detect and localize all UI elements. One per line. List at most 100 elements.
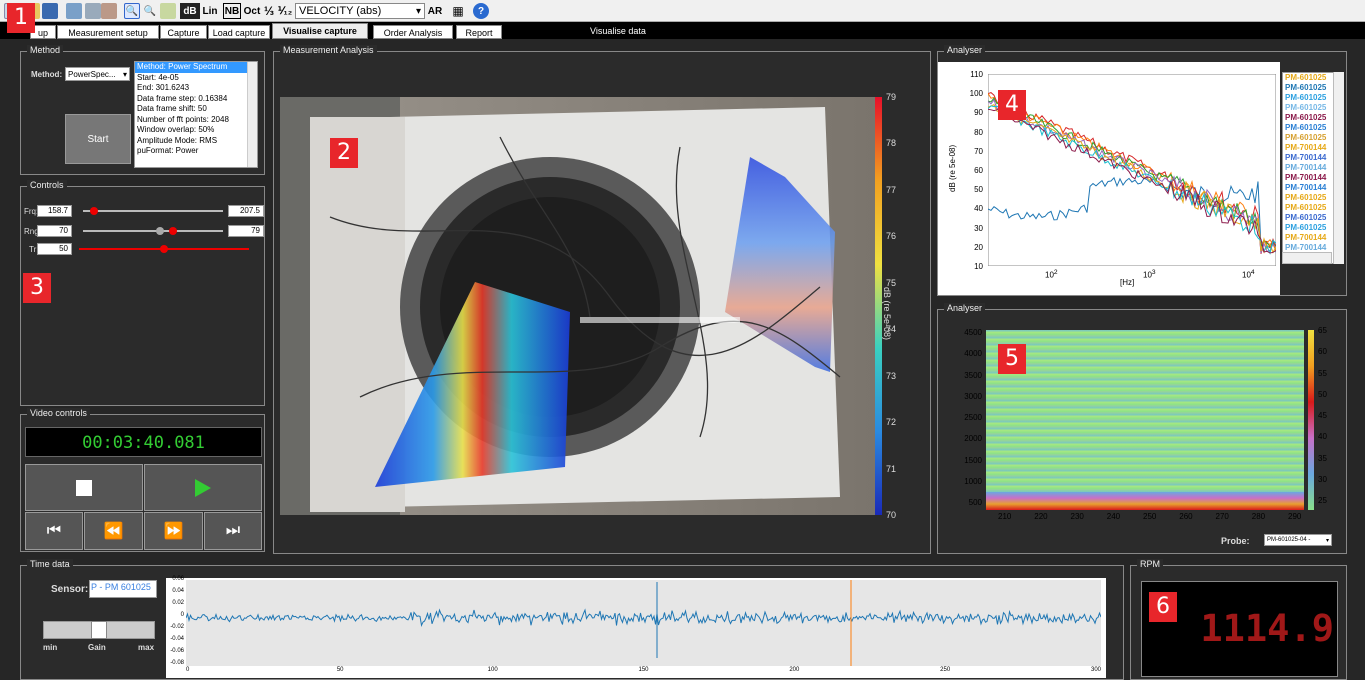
rewind-button[interactable]: ⏪ [84, 512, 143, 550]
measurement-analysis-panel: Measurement Analysis 2 79 78 77 76 75 74 73 72 7… [273, 45, 931, 554]
frq-handle[interactable] [89, 207, 98, 215]
method-info-items: Method: Power Spectrum Start: 4e-05 End: 3… [135, 62, 257, 157]
nb-button[interactable]: NB [223, 3, 241, 19]
toolbar: 🔍 🔍 dB Lin NB Oct ⅓ ⅟₁₂ VELOCITY (abs) ▾ … [0, 0, 1365, 22]
time-signal-plot[interactable] [186, 580, 1101, 666]
annotation-badge-1: 1 [7, 3, 35, 33]
zoom-icon[interactable]: 🔍 [124, 3, 140, 19]
spectrogram-xtick: 220 [1034, 512, 1048, 521]
tab-measurement-setup[interactable]: Measurement setup [57, 25, 159, 39]
tr-slider[interactable] [79, 245, 249, 253]
method-info-item: Data frame step: 0.16384 [137, 93, 228, 103]
method-info-item: Method: Power Spectrum [135, 62, 257, 73]
legend-hscrollbar[interactable] [1282, 252, 1332, 264]
help-icon[interactable]: ? [473, 3, 489, 19]
frq-slider[interactable] [83, 207, 223, 215]
tab-capture[interactable]: Capture [160, 25, 207, 39]
scrollbar[interactable] [247, 62, 257, 167]
skip-end-button[interactable]: ⏭ [204, 512, 262, 550]
spectrogram-colorbar-tick: 60 [1318, 347, 1327, 357]
twelfth-octave-button[interactable]: ⅟₁₂ [278, 3, 292, 19]
rng-max-input[interactable]: 79 [228, 225, 264, 237]
ar-button[interactable]: AR [428, 3, 442, 19]
copy-icon[interactable] [85, 3, 101, 19]
tr-input[interactable]: 50 [37, 243, 72, 255]
spectrum-ylabel: dB (re 5e-08) [948, 144, 957, 192]
gain-slider[interactable] [43, 621, 155, 639]
tr-handle[interactable] [160, 245, 168, 253]
spectrum-ytick: 50 [974, 185, 983, 195]
stop-button[interactable] [25, 464, 143, 511]
third-octave-button[interactable]: ⅓ [262, 3, 276, 19]
method-info-item: Window overlap: 50% [137, 125, 215, 134]
chevron-down-icon: ▾ [415, 5, 421, 17]
time-x-ticks: 0 50 100 150 200 250 300 [186, 667, 1106, 677]
spectrum-ytick: 10 [974, 262, 983, 271]
spectrogram-xtick: 270 [1215, 512, 1229, 521]
db-button[interactable]: dB [180, 3, 200, 19]
spectrum-ytick: 20 [974, 242, 983, 252]
legend-scrollbar[interactable] [1333, 72, 1344, 264]
save-icon[interactable] [42, 3, 58, 19]
oct-button[interactable]: Oct [243, 3, 261, 19]
gain-thumb[interactable] [91, 621, 107, 639]
cursor-icon[interactable] [160, 3, 176, 19]
spectrogram-plot[interactable] [986, 330, 1304, 510]
spectrogram-ytick: 4000 [964, 349, 982, 359]
probe-value: PM-601025-04 - [1267, 537, 1311, 543]
spectrogram-ytick: 500 [968, 498, 982, 507]
spectrogram-ytick: 2500 [964, 413, 982, 422]
analyser-spectrum-panel: Analyser 110 100 90 80 70 60 50 40 30 20 10 dB (re… [937, 45, 1347, 296]
tab-order-analysis[interactable]: Order Analysis [373, 25, 453, 39]
spectrogram-xtick: 290 [1288, 512, 1302, 521]
quantity-select[interactable]: VELOCITY (abs) ▾ [295, 3, 425, 19]
frq-min-input[interactable]: 158.7 [37, 205, 72, 217]
method-info-item: End: 301.6243 [137, 83, 190, 92]
method-select[interactable]: PowerSpec... ▾ [65, 67, 130, 81]
method-info-list[interactable]: Method: Power Spectrum Start: 4e-05 End: 3… [134, 61, 258, 168]
colorbar-tick: 71 [886, 463, 897, 474]
sensor-label: Sensor: [51, 584, 89, 595]
export-icon[interactable] [66, 3, 82, 19]
settings-icon[interactable] [101, 3, 117, 19]
spectrum-plot[interactable] [988, 74, 1276, 266]
tab-load-capture[interactable]: Load capture [208, 25, 270, 39]
spectrogram-colorbar-tick: 35 [1318, 453, 1327, 463]
method-info-item: puFormat: Power [137, 146, 199, 155]
time-ytick: -0.06 [170, 648, 184, 654]
chevron-down-icon: ▾ [122, 70, 127, 79]
colorbar [875, 97, 882, 515]
lin-button[interactable]: Lin [202, 3, 218, 19]
probe-select[interactable]: PM-601025-04 - ▾ [1264, 534, 1332, 546]
annotation-badge-2: 2 [330, 138, 358, 168]
spectrogram-xtick: 230 [1070, 512, 1084, 521]
zoom-out-icon[interactable]: 🔍 [142, 3, 158, 19]
method-title: Method [27, 45, 64, 55]
sensor-value: P - PM 601025 [91, 582, 151, 592]
spectrum-ytick: 70 [974, 146, 983, 156]
method-value: PowerSpec... [68, 70, 116, 79]
grid-icon[interactable]: ▦ [450, 3, 466, 19]
stop-icon [76, 479, 92, 496]
rng-low-handle[interactable] [155, 227, 164, 235]
play-button[interactable] [144, 464, 262, 511]
tab-report[interactable]: Report [456, 25, 502, 39]
gain-max-label: max [138, 643, 155, 652]
method-info-item: Data frame shift: 50 [137, 104, 207, 113]
sensor-select[interactable]: P - PM 601025 [89, 580, 157, 598]
skip-start-button[interactable]: ⏮ [25, 512, 83, 550]
gain-label: Gain [88, 643, 106, 652]
camera-image-with-acoustic-map[interactable] [280, 97, 880, 515]
rng-min-input[interactable]: 70 [37, 225, 72, 237]
annotation-badge-6: 6 [1149, 592, 1177, 622]
tab-visualise-capture[interactable]: Visualise capture [272, 23, 368, 39]
fast-forward-button[interactable]: ⏩ [144, 512, 203, 550]
rng-high-handle[interactable] [168, 227, 177, 235]
frq-max-input[interactable]: 207.5 [228, 205, 264, 217]
time-ytick: 0 [180, 612, 184, 618]
time-xtick: 200 [789, 667, 800, 673]
rng-slider[interactable] [83, 227, 223, 235]
time-ytick: 0.04 [172, 588, 184, 594]
start-button[interactable]: Start [65, 114, 131, 164]
video-controls-title: Video controls [27, 408, 90, 418]
